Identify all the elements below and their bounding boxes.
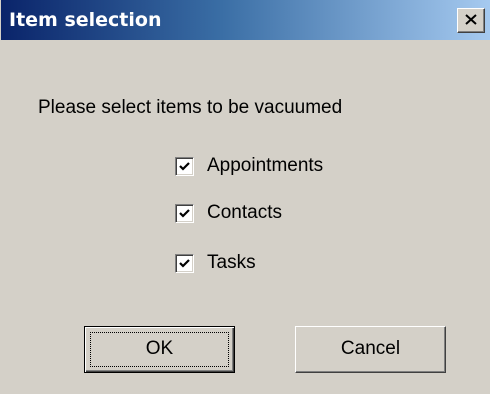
window-title: Item selection bbox=[9, 9, 162, 31]
checkbox-box[interactable] bbox=[175, 204, 194, 223]
title-bar[interactable]: Item selection bbox=[1, 0, 490, 40]
checkmark-icon bbox=[179, 209, 190, 218]
close-button[interactable] bbox=[457, 8, 485, 33]
checkbox-box[interactable] bbox=[175, 254, 194, 273]
close-icon bbox=[465, 14, 477, 25]
checkmark-icon bbox=[179, 162, 190, 171]
checkbox-label: Contacts bbox=[207, 202, 282, 223]
ok-button[interactable]: OK bbox=[84, 326, 235, 373]
ok-button-label: OK bbox=[145, 338, 174, 359]
checkbox-box[interactable] bbox=[175, 157, 194, 176]
checkbox-label: Appointments bbox=[207, 155, 324, 176]
checkbox-label: Tasks bbox=[207, 252, 256, 273]
prompt-text: Please select items to be vacuumed bbox=[38, 97, 343, 118]
item-selection-dialog: Item selection Please select items to be… bbox=[0, 0, 490, 394]
cancel-button[interactable]: Cancel bbox=[295, 326, 446, 373]
checkmark-icon bbox=[179, 259, 190, 268]
